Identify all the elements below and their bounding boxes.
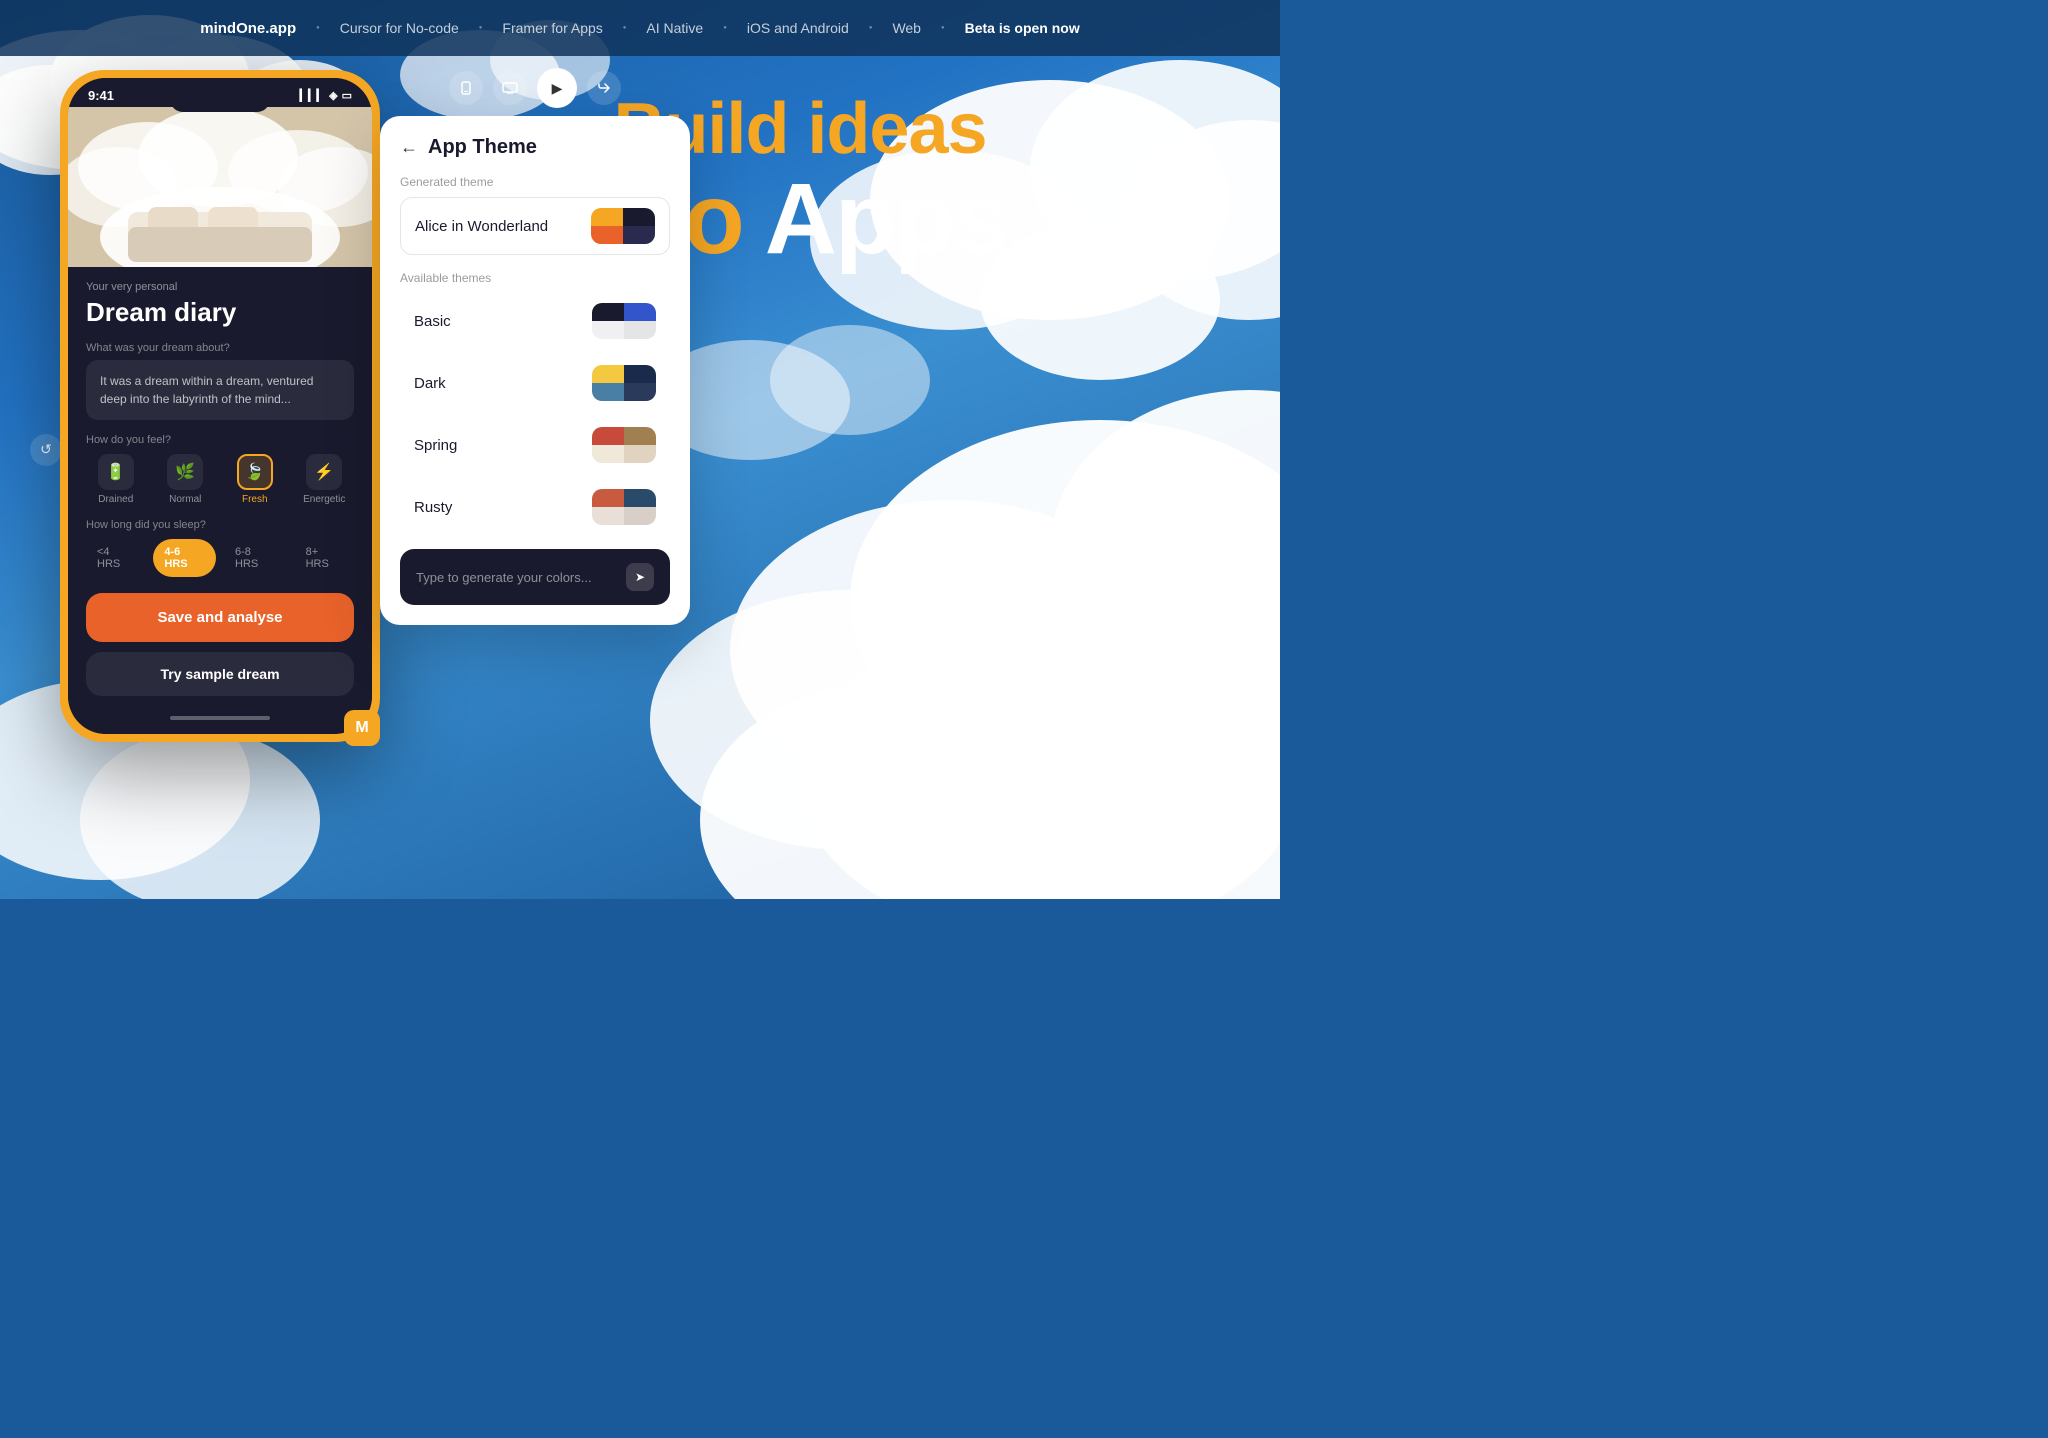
mindone-badge: M: [344, 710, 380, 746]
available-themes-section: Available themes Basic Dark: [400, 271, 670, 535]
sleep-options: <4 HRS 4-6 HRS 6-8 HRS 8+ HRS: [86, 539, 354, 577]
generate-bar[interactable]: Type to generate your colors... ➤: [400, 549, 670, 605]
phone-subtitle: Your very personal: [86, 281, 354, 293]
phone-status-icons: ▎▎▎ ◈ ▭: [300, 89, 352, 102]
theme-spring-name: Spring: [414, 437, 457, 454]
nav-item-framer[interactable]: Framer for Apps: [502, 20, 602, 36]
feel-fresh-label: Fresh: [242, 494, 268, 505]
nav-dot-6: ●: [941, 25, 945, 31]
dream-input[interactable]: It was a dream within a dream, ventured …: [86, 360, 354, 420]
sleep-lt4[interactable]: <4 HRS: [86, 539, 145, 577]
nav-dot-1: ●: [316, 25, 320, 31]
feel-normal-icon: 🌿: [167, 454, 203, 490]
nav-item-cursor[interactable]: Cursor for No-code: [340, 20, 459, 36]
feel-label: How do you feel?: [86, 434, 354, 446]
dream-image: [68, 107, 372, 267]
feel-section: How do you feel? 🔋 Drained 🌿 Normal: [86, 434, 354, 505]
basic-swatch: [592, 303, 656, 339]
home-indicator: [170, 716, 270, 720]
theme-spring[interactable]: Spring: [400, 417, 670, 473]
signal-icon: ▎▎▎: [300, 89, 325, 102]
theme-dark-name: Dark: [414, 375, 446, 392]
phone-content: Your very personal Dream diary What was …: [68, 267, 372, 710]
generated-theme-item[interactable]: Alice in Wonderland: [400, 197, 670, 255]
sleep-6-8[interactable]: 6-8 HRS: [224, 539, 287, 577]
feel-options: 🔋 Drained 🌿 Normal 🍃 Fresh: [86, 454, 354, 505]
theme-card: ← App Theme Generated theme Alice in Won…: [380, 116, 690, 625]
feel-fresh[interactable]: 🍃 Fresh: [225, 454, 285, 505]
nav-item-beta[interactable]: Beta is open now: [965, 20, 1080, 36]
theme-rusty[interactable]: Rusty: [400, 479, 670, 535]
toolbar-play-button[interactable]: ▶: [537, 68, 577, 108]
dream-illustration: [68, 107, 372, 267]
feel-drained-icon: 🔋: [98, 454, 134, 490]
phone-notch: [170, 86, 270, 112]
theme-title: App Theme: [428, 136, 537, 159]
feel-drained-label: Drained: [98, 494, 133, 505]
nav-dot-5: ●: [869, 25, 873, 31]
dream-section-label: What was your dream about?: [86, 342, 354, 354]
phone-title: Dream diary: [86, 297, 354, 328]
phone-bottom-bar: [68, 710, 372, 734]
nav-item-ai[interactable]: AI Native: [646, 20, 703, 36]
nav-dot-3: ●: [623, 25, 627, 31]
phone-inner: 9:41 ▎▎▎ ◈ ▭: [68, 78, 372, 734]
theme-basic[interactable]: Basic: [400, 293, 670, 349]
navbar: mindOne.app ● Cursor for No-code ● Frame…: [0, 0, 1280, 56]
generate-send-button[interactable]: ➤: [626, 563, 654, 591]
theme-back-button[interactable]: ←: [400, 137, 418, 158]
generated-theme-section: Generated theme Alice in Wonderland: [400, 175, 670, 255]
sleep-label: How long did you sleep?: [86, 519, 354, 531]
spring-swatch: [592, 427, 656, 463]
available-label: Available themes: [400, 271, 670, 285]
rusty-swatch: [592, 489, 656, 525]
theme-basic-name: Basic: [414, 313, 451, 330]
nav-item-ios[interactable]: iOS and Android: [747, 20, 849, 36]
sleep-section: How long did you sleep? <4 HRS 4-6 HRS 6…: [86, 519, 354, 577]
nav-item-web[interactable]: Web: [892, 20, 921, 36]
phone-mockup: 9:41 ▎▎▎ ◈ ▭: [60, 70, 400, 742]
toolbar-desktop-icon[interactable]: [493, 71, 527, 105]
feel-drained[interactable]: 🔋 Drained: [86, 454, 146, 505]
nav-dot-4: ●: [723, 25, 727, 31]
theme-rusty-name: Rusty: [414, 499, 452, 516]
toolbar-share-icon[interactable]: [587, 71, 621, 105]
feel-energetic-icon: ⚡: [306, 454, 342, 490]
hero-apps: Apps.: [765, 163, 1033, 275]
theme-dark[interactable]: Dark: [400, 355, 670, 411]
nav-dot-2: ●: [479, 25, 483, 31]
generated-label: Generated theme: [400, 175, 670, 189]
generated-theme-name: Alice in Wonderland: [415, 218, 548, 235]
save-analyse-button[interactable]: Save and analyse: [86, 593, 354, 642]
wifi-icon: ◈: [329, 89, 337, 102]
sleep-4-6[interactable]: 4-6 HRS: [153, 539, 216, 577]
brand-logo[interactable]: mindOne.app: [200, 20, 296, 37]
feel-fresh-icon: 🍃: [237, 454, 273, 490]
theme-toolbar: ▶: [380, 68, 690, 108]
toolbar-mobile-icon[interactable]: [449, 71, 483, 105]
phone-frame: 9:41 ▎▎▎ ◈ ▭: [60, 70, 380, 742]
phone-time: 9:41: [88, 88, 114, 103]
alice-swatch: [591, 208, 655, 244]
generate-placeholder: Type to generate your colors...: [416, 570, 592, 585]
feel-normal[interactable]: 🌿 Normal: [156, 454, 216, 505]
theme-panel: ▶ ← App Theme Generated theme Alice in W…: [380, 68, 690, 625]
battery-icon: ▭: [342, 89, 352, 102]
feel-normal-label: Normal: [169, 494, 201, 505]
feel-energetic[interactable]: ⚡ Energetic: [295, 454, 355, 505]
dark-swatch: [592, 365, 656, 401]
theme-header: ← App Theme: [400, 136, 670, 159]
refresh-button[interactable]: ↺: [30, 434, 62, 466]
sleep-8plus[interactable]: 8+ HRS: [295, 539, 354, 577]
try-sample-button[interactable]: Try sample dream: [86, 652, 354, 696]
feel-energetic-label: Energetic: [303, 494, 345, 505]
